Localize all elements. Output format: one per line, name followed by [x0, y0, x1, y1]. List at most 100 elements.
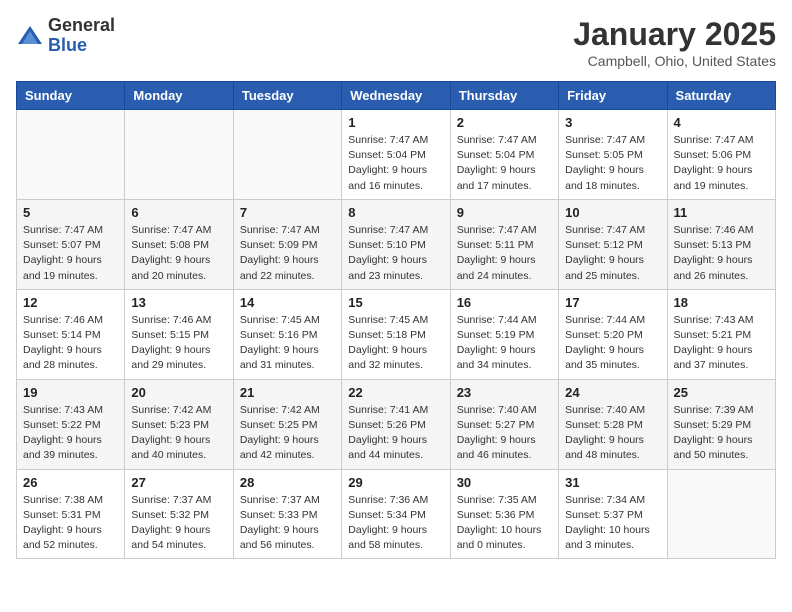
calendar-cell: 15 Sunrise: 7:45 AMSunset: 5:18 PMDayligh…: [342, 289, 450, 379]
calendar-week-row: 26 Sunrise: 7:38 AMSunset: 5:31 PMDayligh…: [17, 469, 776, 559]
calendar-cell: 4 Sunrise: 7:47 AMSunset: 5:06 PMDaylight…: [667, 110, 775, 200]
day-info: Sunrise: 7:37 AMSunset: 5:33 PMDaylight:…: [240, 493, 335, 554]
calendar-cell: 12Sunrise: 7:46 AMSunset: 5:14 PMDayligh…: [17, 289, 125, 379]
day-number: 17: [565, 295, 660, 310]
calendar-cell: 30 Sunrise: 7:35 AMSunset: 5:36 PMDayligh…: [450, 469, 558, 559]
day-number: 11: [674, 205, 769, 220]
calendar-cell: 25Sunrise: 7:39 AMSunset: 5:29 PMDayligh…: [667, 379, 775, 469]
calendar-cell: 18 Sunrise: 7:43 AMSunset: 5:21 PMDayligh…: [667, 289, 775, 379]
calendar-cell: 24Sunrise: 7:40 AMSunset: 5:28 PMDayligh…: [559, 379, 667, 469]
day-info: Sunrise: 7:47 AMSunset: 5:07 PMDaylight:…: [23, 223, 118, 284]
logo: General Blue: [16, 16, 115, 56]
weekday-header: Thursday: [450, 82, 558, 110]
day-number: 26: [23, 475, 118, 490]
day-number: 30: [457, 475, 552, 490]
title-block: January 2025 Campbell, Ohio, United Stat…: [573, 16, 776, 69]
calendar-cell: 19 Sunrise: 7:43 AMSunset: 5:22 PMDayligh…: [17, 379, 125, 469]
day-info: Sunrise: 7:45 AMSunset: 5:18 PMDaylight:…: [348, 313, 443, 374]
location: Campbell, Ohio, United States: [573, 53, 776, 69]
day-info: Sunrise: 7:46 AMSunset: 5:15 PMDaylight:…: [131, 313, 226, 374]
day-number: 15: [348, 295, 443, 310]
calendar-cell: 16Sunrise: 7:44 AMSunset: 5:19 PMDayligh…: [450, 289, 558, 379]
calendar-cell: 26 Sunrise: 7:38 AMSunset: 5:31 PMDayligh…: [17, 469, 125, 559]
calendar-table: SundayMondayTuesdayWednesdayThursdayFrid…: [16, 81, 776, 559]
day-info: Sunrise: 7:39 AMSunset: 5:29 PMDaylight:…: [674, 403, 769, 464]
calendar-cell: 10 Sunrise: 7:47 AMSunset: 5:12 PMDayligh…: [559, 199, 667, 289]
calendar-cell: 7 Sunrise: 7:47 AMSunset: 5:09 PMDaylight…: [233, 199, 341, 289]
weekday-header: Saturday: [667, 82, 775, 110]
day-info: Sunrise: 7:47 AMSunset: 5:10 PMDaylight:…: [348, 223, 443, 284]
day-number: 23: [457, 385, 552, 400]
day-number: 1: [348, 115, 443, 130]
day-info: Sunrise: 7:44 AMSunset: 5:20 PMDaylight:…: [565, 313, 660, 374]
day-info: Sunrise: 7:44 AMSunset: 5:19 PMDaylight:…: [457, 313, 552, 374]
weekday-header: Monday: [125, 82, 233, 110]
day-info: Sunrise: 7:42 AMSunset: 5:25 PMDaylight:…: [240, 403, 335, 464]
day-number: 12: [23, 295, 118, 310]
day-number: 22: [348, 385, 443, 400]
day-number: 31: [565, 475, 660, 490]
day-info: Sunrise: 7:40 AMSunset: 5:27 PMDaylight:…: [457, 403, 552, 464]
day-info: Sunrise: 7:47 AMSunset: 5:04 PMDaylight:…: [348, 133, 443, 194]
day-info: Sunrise: 7:47 AMSunset: 5:06 PMDaylight:…: [674, 133, 769, 194]
calendar-cell: 17 Sunrise: 7:44 AMSunset: 5:20 PMDayligh…: [559, 289, 667, 379]
day-number: 4: [674, 115, 769, 130]
day-info: Sunrise: 7:35 AMSunset: 5:36 PMDaylight:…: [457, 493, 552, 554]
calendar-cell: 31 Sunrise: 7:34 AMSunset: 5:37 PMDayligh…: [559, 469, 667, 559]
day-info: Sunrise: 7:34 AMSunset: 5:37 PMDaylight:…: [565, 493, 660, 554]
day-number: 27: [131, 475, 226, 490]
day-info: Sunrise: 7:40 AMSunset: 5:28 PMDaylight:…: [565, 403, 660, 464]
day-info: Sunrise: 7:42 AMSunset: 5:23 PMDaylight:…: [131, 403, 226, 464]
calendar-cell: [233, 110, 341, 200]
calendar-cell: 28 Sunrise: 7:37 AMSunset: 5:33 PMDayligh…: [233, 469, 341, 559]
day-info: Sunrise: 7:37 AMSunset: 5:32 PMDaylight:…: [131, 493, 226, 554]
day-info: Sunrise: 7:47 AMSunset: 5:04 PMDaylight:…: [457, 133, 552, 194]
weekday-header: Sunday: [17, 82, 125, 110]
day-info: Sunrise: 7:47 AMSunset: 5:08 PMDaylight:…: [131, 223, 226, 284]
day-number: 20: [131, 385, 226, 400]
calendar-week-row: 19 Sunrise: 7:43 AMSunset: 5:22 PMDayligh…: [17, 379, 776, 469]
day-info: Sunrise: 7:45 AMSunset: 5:16 PMDaylight:…: [240, 313, 335, 374]
logo-general: General: [48, 15, 115, 35]
weekday-header: Wednesday: [342, 82, 450, 110]
calendar-cell: [667, 469, 775, 559]
day-info: Sunrise: 7:38 AMSunset: 5:31 PMDaylight:…: [23, 493, 118, 554]
day-number: 8: [348, 205, 443, 220]
day-info: Sunrise: 7:47 AMSunset: 5:09 PMDaylight:…: [240, 223, 335, 284]
calendar-cell: 8 Sunrise: 7:47 AMSunset: 5:10 PMDaylight…: [342, 199, 450, 289]
day-info: Sunrise: 7:47 AMSunset: 5:12 PMDaylight:…: [565, 223, 660, 284]
day-number: 18: [674, 295, 769, 310]
calendar-week-row: 1 Sunrise: 7:47 AMSunset: 5:04 PMDaylight…: [17, 110, 776, 200]
day-number: 14: [240, 295, 335, 310]
calendar-cell: 2Sunrise: 7:47 AMSunset: 5:04 PMDaylight…: [450, 110, 558, 200]
calendar-cell: 21 Sunrise: 7:42 AMSunset: 5:25 PMDayligh…: [233, 379, 341, 469]
day-info: Sunrise: 7:41 AMSunset: 5:26 PMDaylight:…: [348, 403, 443, 464]
logo-blue: Blue: [48, 35, 87, 55]
day-info: Sunrise: 7:47 AMSunset: 5:11 PMDaylight:…: [457, 223, 552, 284]
day-number: 19: [23, 385, 118, 400]
calendar-cell: [17, 110, 125, 200]
day-number: 29: [348, 475, 443, 490]
calendar-week-row: 12Sunrise: 7:46 AMSunset: 5:14 PMDayligh…: [17, 289, 776, 379]
day-number: 10: [565, 205, 660, 220]
day-info: Sunrise: 7:43 AMSunset: 5:22 PMDaylight:…: [23, 403, 118, 464]
calendar-cell: 20 Sunrise: 7:42 AMSunset: 5:23 PMDayligh…: [125, 379, 233, 469]
day-number: 3: [565, 115, 660, 130]
calendar-cell: 11 Sunrise: 7:46 AMSunset: 5:13 PMDayligh…: [667, 199, 775, 289]
day-number: 7: [240, 205, 335, 220]
day-info: Sunrise: 7:43 AMSunset: 5:21 PMDaylight:…: [674, 313, 769, 374]
day-number: 5: [23, 205, 118, 220]
day-number: 6: [131, 205, 226, 220]
calendar-cell: 6 Sunrise: 7:47 AMSunset: 5:08 PMDaylight…: [125, 199, 233, 289]
day-number: 13: [131, 295, 226, 310]
day-number: 28: [240, 475, 335, 490]
logo-text: General Blue: [48, 16, 115, 56]
weekday-header-row: SundayMondayTuesdayWednesdayThursdayFrid…: [17, 82, 776, 110]
day-number: 21: [240, 385, 335, 400]
calendar-cell: 3Sunrise: 7:47 AMSunset: 5:05 PMDaylight…: [559, 110, 667, 200]
calendar-cell: 29 Sunrise: 7:36 AMSunset: 5:34 PMDayligh…: [342, 469, 450, 559]
calendar-cell: 9Sunrise: 7:47 AMSunset: 5:11 PMDaylight…: [450, 199, 558, 289]
day-info: Sunrise: 7:46 AMSunset: 5:13 PMDaylight:…: [674, 223, 769, 284]
day-info: Sunrise: 7:36 AMSunset: 5:34 PMDaylight:…: [348, 493, 443, 554]
month-title: January 2025: [573, 16, 776, 53]
